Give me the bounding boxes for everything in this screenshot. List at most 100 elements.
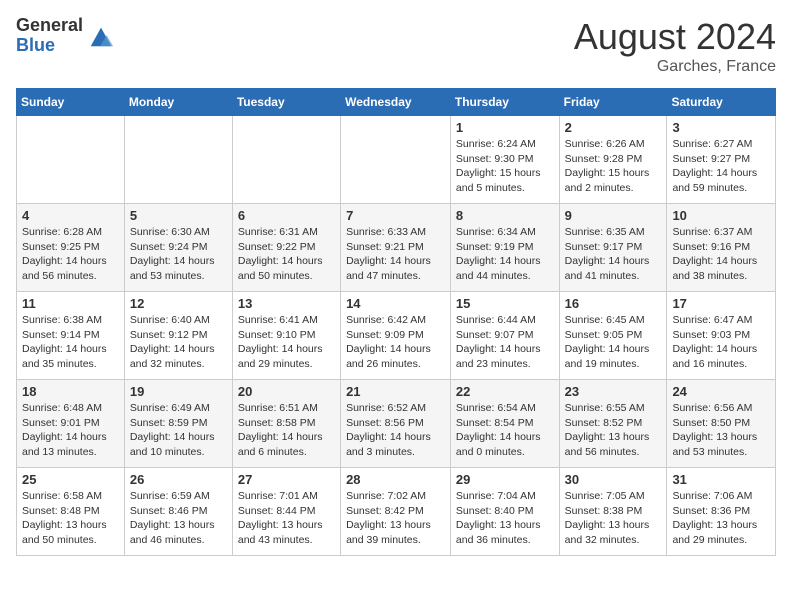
calendar-body: 1 Sunrise: 6:24 AM Sunset: 9:30 PM Daylig… <box>17 116 776 556</box>
day-info: Sunrise: 6:56 AM Sunset: 8:50 PM Dayligh… <box>672 401 770 460</box>
header-thursday: Thursday <box>450 89 559 116</box>
day-number: 29 <box>456 472 554 487</box>
day-number: 10 <box>672 208 770 223</box>
calendar-cell: 7 Sunrise: 6:33 AM Sunset: 9:21 PM Daylig… <box>341 204 451 292</box>
header-friday: Friday <box>559 89 667 116</box>
day-number: 7 <box>346 208 445 223</box>
day-info: Sunrise: 7:04 AM Sunset: 8:40 PM Dayligh… <box>456 489 554 548</box>
calendar-week-2: 4Sunrise: 6:28 AM Sunset: 9:25 PM Daylig… <box>17 204 776 292</box>
day-number: 24 <box>672 384 770 399</box>
calendar-cell: 4Sunrise: 6:28 AM Sunset: 9:25 PM Daylig… <box>17 204 125 292</box>
day-number: 15 <box>456 296 554 311</box>
day-number: 1 <box>456 120 554 135</box>
calendar-cell: 5 Sunrise: 6:30 AM Sunset: 9:24 PM Daylig… <box>124 204 232 292</box>
location: Garches, France <box>574 58 776 76</box>
header-row: SundayMondayTuesdayWednesdayThursdayFrid… <box>17 89 776 116</box>
day-info: Sunrise: 6:26 AM Sunset: 9:28 PM Dayligh… <box>565 137 662 196</box>
day-number: 6 <box>238 208 335 223</box>
header-wednesday: Wednesday <box>341 89 451 116</box>
header-tuesday: Tuesday <box>232 89 340 116</box>
calendar-cell: 23Sunrise: 6:55 AM Sunset: 8:52 PM Dayli… <box>559 380 667 468</box>
day-info: Sunrise: 6:33 AM Sunset: 9:21 PM Dayligh… <box>346 225 445 284</box>
day-info: Sunrise: 6:37 AM Sunset: 9:16 PM Dayligh… <box>672 225 770 284</box>
day-number: 28 <box>346 472 445 487</box>
calendar-cell: 8Sunrise: 6:34 AM Sunset: 9:19 PM Daylig… <box>450 204 559 292</box>
day-number: 5 <box>130 208 227 223</box>
day-number: 27 <box>238 472 335 487</box>
logo-general: General <box>16 16 83 36</box>
calendar-cell: 19Sunrise: 6:49 AM Sunset: 8:59 PM Dayli… <box>124 380 232 468</box>
day-info: Sunrise: 6:44 AM Sunset: 9:07 PM Dayligh… <box>456 313 554 372</box>
calendar-cell: 6 Sunrise: 6:31 AM Sunset: 9:22 PM Daylig… <box>232 204 340 292</box>
day-info: Sunrise: 6:27 AM Sunset: 9:27 PM Dayligh… <box>672 137 770 196</box>
header-monday: Monday <box>124 89 232 116</box>
calendar-cell <box>341 116 451 204</box>
calendar-cell: 12 Sunrise: 6:40 AM Sunset: 9:12 PM Dayli… <box>124 292 232 380</box>
day-number: 26 <box>130 472 227 487</box>
calendar-cell: 22 Sunrise: 6:54 AM Sunset: 8:54 PM Dayli… <box>450 380 559 468</box>
day-info: Sunrise: 6:35 AM Sunset: 9:17 PM Dayligh… <box>565 225 662 284</box>
calendar-cell: 16Sunrise: 6:45 AM Sunset: 9:05 PM Dayli… <box>559 292 667 380</box>
day-info: Sunrise: 6:28 AM Sunset: 9:25 PM Dayligh… <box>22 225 119 284</box>
day-info: Sunrise: 6:55 AM Sunset: 8:52 PM Dayligh… <box>565 401 662 460</box>
calendar-cell: 29 Sunrise: 7:04 AM Sunset: 8:40 PM Dayli… <box>450 468 559 556</box>
page-header: General Blue August 2024 Garches, France <box>16 16 776 76</box>
day-info: Sunrise: 6:24 AM Sunset: 9:30 PM Dayligh… <box>456 137 554 196</box>
day-number: 31 <box>672 472 770 487</box>
day-number: 14 <box>346 296 445 311</box>
calendar-cell <box>124 116 232 204</box>
day-info: Sunrise: 7:05 AM Sunset: 8:38 PM Dayligh… <box>565 489 662 548</box>
day-info: Sunrise: 6:31 AM Sunset: 9:22 PM Dayligh… <box>238 225 335 284</box>
calendar-cell: 24 Sunrise: 6:56 AM Sunset: 8:50 PM Dayli… <box>667 380 776 468</box>
calendar-cell: 21Sunrise: 6:52 AM Sunset: 8:56 PM Dayli… <box>341 380 451 468</box>
day-number: 8 <box>456 208 554 223</box>
day-number: 25 <box>22 472 119 487</box>
day-number: 21 <box>346 384 445 399</box>
logo-blue: Blue <box>16 36 83 56</box>
calendar-cell: 31Sunrise: 7:06 AM Sunset: 8:36 PM Dayli… <box>667 468 776 556</box>
calendar-week-3: 11Sunrise: 6:38 AM Sunset: 9:14 PM Dayli… <box>17 292 776 380</box>
calendar-cell <box>17 116 125 204</box>
calendar-cell: 9 Sunrise: 6:35 AM Sunset: 9:17 PM Daylig… <box>559 204 667 292</box>
calendar-week-5: 25 Sunrise: 6:58 AM Sunset: 8:48 PM Dayli… <box>17 468 776 556</box>
month-title: August 2024 Garches, France <box>574 16 776 76</box>
day-number: 17 <box>672 296 770 311</box>
day-info: Sunrise: 6:42 AM Sunset: 9:09 PM Dayligh… <box>346 313 445 372</box>
calendar-table: SundayMondayTuesdayWednesdayThursdayFrid… <box>16 88 776 556</box>
calendar-week-4: 18 Sunrise: 6:48 AM Sunset: 9:01 PM Dayli… <box>17 380 776 468</box>
calendar-week-1: 1 Sunrise: 6:24 AM Sunset: 9:30 PM Daylig… <box>17 116 776 204</box>
day-number: 9 <box>565 208 662 223</box>
day-info: Sunrise: 7:02 AM Sunset: 8:42 PM Dayligh… <box>346 489 445 548</box>
logo-text: General Blue <box>16 16 83 56</box>
calendar-cell: 18 Sunrise: 6:48 AM Sunset: 9:01 PM Dayli… <box>17 380 125 468</box>
day-info: Sunrise: 6:40 AM Sunset: 9:12 PM Dayligh… <box>130 313 227 372</box>
day-info: Sunrise: 6:30 AM Sunset: 9:24 PM Dayligh… <box>130 225 227 284</box>
day-info: Sunrise: 6:54 AM Sunset: 8:54 PM Dayligh… <box>456 401 554 460</box>
day-number: 22 <box>456 384 554 399</box>
day-number: 18 <box>22 384 119 399</box>
calendar-cell: 15 Sunrise: 6:44 AM Sunset: 9:07 PM Dayli… <box>450 292 559 380</box>
header-saturday: Saturday <box>667 89 776 116</box>
day-number: 16 <box>565 296 662 311</box>
logo-icon <box>87 22 115 50</box>
day-info: Sunrise: 6:49 AM Sunset: 8:59 PM Dayligh… <box>130 401 227 460</box>
calendar-cell: 25 Sunrise: 6:58 AM Sunset: 8:48 PM Dayli… <box>17 468 125 556</box>
month-year: August 2024 <box>574 16 776 58</box>
header-sunday: Sunday <box>17 89 125 116</box>
calendar-cell: 27 Sunrise: 7:01 AM Sunset: 8:44 PM Dayli… <box>232 468 340 556</box>
day-number: 12 <box>130 296 227 311</box>
calendar-cell: 26Sunrise: 6:59 AM Sunset: 8:46 PM Dayli… <box>124 468 232 556</box>
day-info: Sunrise: 6:58 AM Sunset: 8:48 PM Dayligh… <box>22 489 119 548</box>
day-number: 3 <box>672 120 770 135</box>
day-number: 2 <box>565 120 662 135</box>
calendar-cell: 17 Sunrise: 6:47 AM Sunset: 9:03 PM Dayli… <box>667 292 776 380</box>
day-info: Sunrise: 6:48 AM Sunset: 9:01 PM Dayligh… <box>22 401 119 460</box>
day-number: 20 <box>238 384 335 399</box>
logo: General Blue <box>16 16 115 56</box>
day-info: Sunrise: 7:01 AM Sunset: 8:44 PM Dayligh… <box>238 489 335 548</box>
calendar-cell: 10 Sunrise: 6:37 AM Sunset: 9:16 PM Dayli… <box>667 204 776 292</box>
day-info: Sunrise: 6:47 AM Sunset: 9:03 PM Dayligh… <box>672 313 770 372</box>
calendar-cell: 20Sunrise: 6:51 AM Sunset: 8:58 PM Dayli… <box>232 380 340 468</box>
calendar-cell: 2 Sunrise: 6:26 AM Sunset: 9:28 PM Daylig… <box>559 116 667 204</box>
calendar-cell: 11Sunrise: 6:38 AM Sunset: 9:14 PM Dayli… <box>17 292 125 380</box>
